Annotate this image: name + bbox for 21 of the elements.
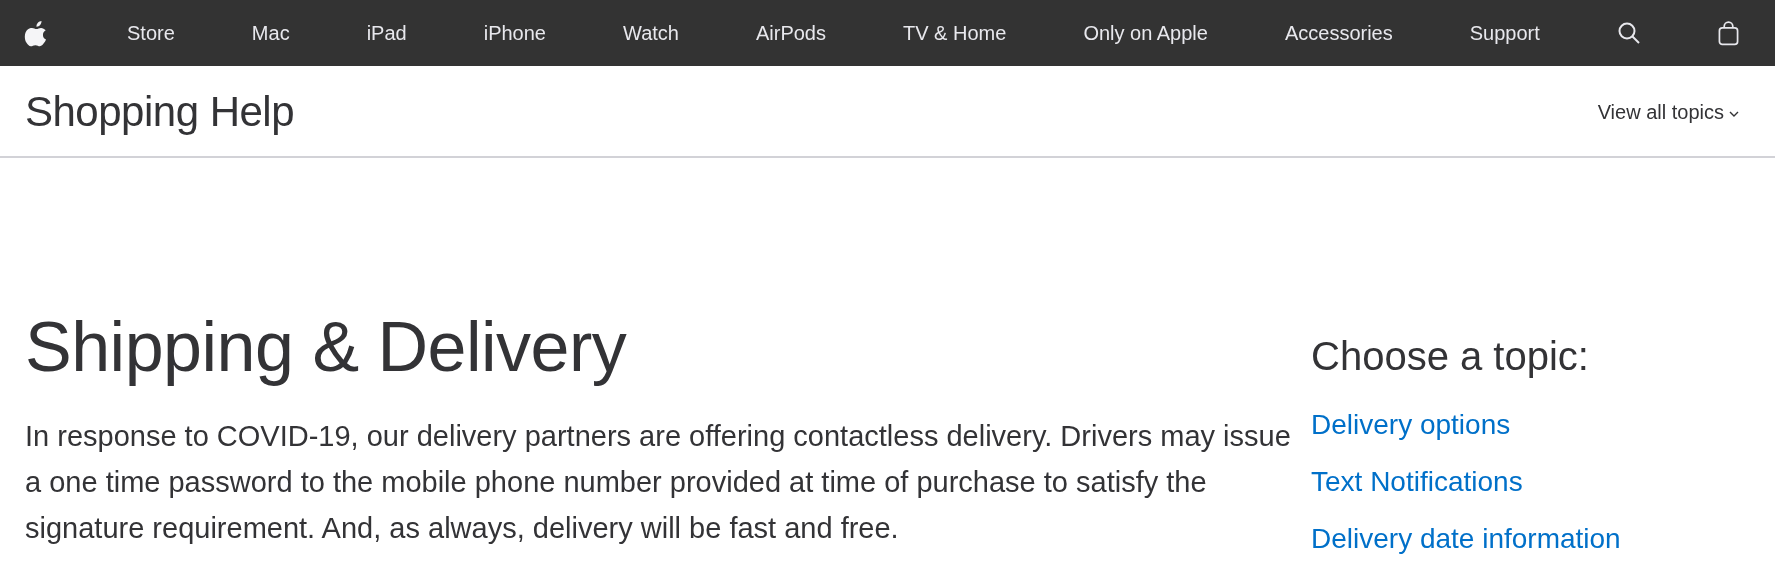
view-all-topics-link[interactable]: View all topics [1597,97,1739,127]
nav-link[interactable]: Store [127,18,175,48]
topic-link[interactable]: Text Notifications [1311,463,1523,500]
topic-link[interactable]: Delivery options [1311,406,1511,443]
page-heading: Shipping & Delivery [25,307,628,387]
nav-link[interactable]: AirPods [755,18,826,48]
chevron-down-icon [1729,111,1739,117]
topics-heading: Choose a topic: [1311,333,1590,380]
search-icon[interactable] [1616,21,1641,45]
nav-link[interactable]: Accessories [1284,18,1393,48]
nav-link[interactable]: iPhone [483,18,546,48]
nav-link[interactable]: Mac [251,18,290,48]
topic-link[interactable]: Delivery date information [1311,520,1621,557]
shopping-bag-icon[interactable] [1717,20,1739,46]
nav-link[interactable]: Support [1469,18,1540,48]
intro-paragraph: In response to COVID-19, our delivery partners are offering contactless delivery. Drivers may issue a one time password to the mobile phone number provided at time of purchase to satisfy the signature requirement. And, as always, delivery will be fast and free. [25,419,1292,546]
nav-link[interactable]: Watch [623,18,679,48]
nav-link[interactable]: Only on Apple [1083,18,1208,48]
section-title: Shopping Help [25,86,295,137]
nav-link[interactable]: TV & Home [903,18,1007,48]
nav-link[interactable]: iPad [366,18,407,48]
